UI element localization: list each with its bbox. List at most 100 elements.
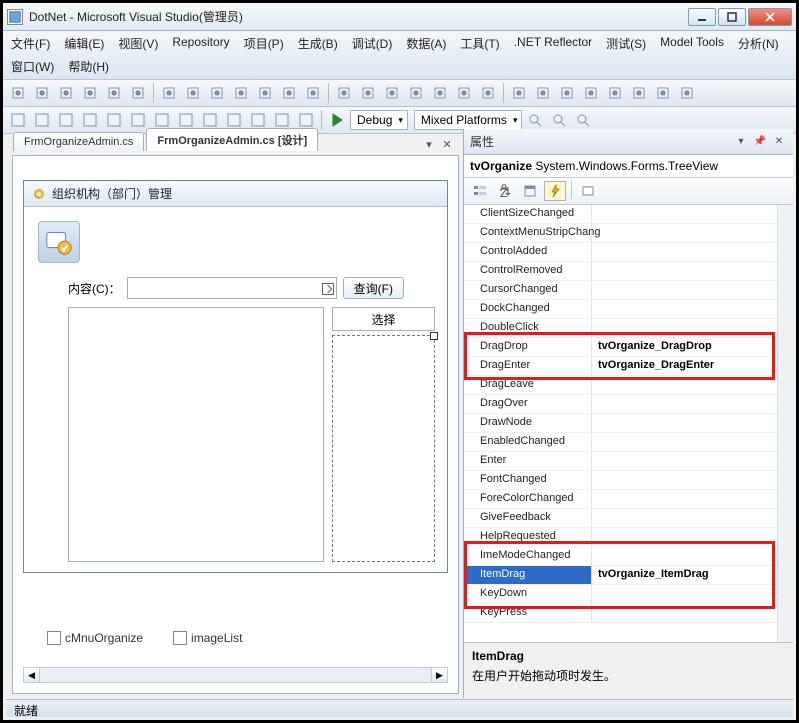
document-tab[interactable]: FrmOrganizeAdmin.cs [设计]	[146, 128, 318, 151]
component-cmenu[interactable]: cMnuOrganize	[47, 631, 143, 645]
new-button[interactable]	[7, 109, 29, 131]
menu-item[interactable]: 分析(N)	[736, 33, 781, 54]
menu-item[interactable]: 测试(S)	[604, 33, 648, 54]
properties-dropdown-icon[interactable]: ▾	[733, 134, 749, 150]
menu-item[interactable]: Repository	[170, 33, 231, 54]
toolbar-button[interactable]	[676, 82, 698, 104]
property-value[interactable]	[592, 281, 777, 299]
property-value[interactable]	[592, 433, 777, 451]
property-row[interactable]: DrawNode	[464, 414, 777, 433]
resize-handle-icon[interactable]	[322, 283, 334, 295]
toolbar-button[interactable]	[357, 82, 379, 104]
cut-button[interactable]	[127, 109, 149, 131]
toolbar-button[interactable]	[55, 82, 77, 104]
content-input[interactable]	[127, 277, 337, 299]
scroll-left-icon[interactable]: ◀	[24, 668, 40, 682]
platform-dropdown[interactable]: Mixed Platforms▾	[414, 110, 523, 130]
properties-close-icon[interactable]: ✕	[771, 134, 787, 150]
property-row[interactable]: EnabledChanged	[464, 433, 777, 452]
menu-item[interactable]: 帮助(H)	[66, 56, 111, 77]
property-value[interactable]	[592, 243, 777, 261]
toolbar-button[interactable]	[381, 82, 403, 104]
properties-pin-icon[interactable]: 📌	[752, 134, 768, 150]
alphabetical-icon[interactable]: AZ	[494, 181, 516, 201]
property-row[interactable]: DockChanged	[464, 300, 777, 319]
properties-scrollbar[interactable]	[777, 205, 793, 642]
toolbar-button[interactable]	[453, 82, 475, 104]
open-button[interactable]	[31, 109, 53, 131]
selection-marquee[interactable]	[332, 335, 435, 562]
property-row[interactable]: ControlRemoved	[464, 262, 777, 281]
find-button[interactable]	[524, 109, 546, 131]
property-row[interactable]: GiveFeedback	[464, 509, 777, 528]
toolbar-button[interactable]	[333, 82, 355, 104]
minimize-button[interactable]	[688, 8, 716, 26]
toolbar-button[interactable]	[556, 82, 578, 104]
close-button[interactable]	[748, 8, 792, 26]
menu-item[interactable]: 数据(A)	[404, 33, 448, 54]
property-row[interactable]: Enter	[464, 452, 777, 471]
property-pages-icon[interactable]	[577, 181, 599, 201]
start-debug-button[interactable]	[326, 109, 348, 131]
toolbar-button[interactable]	[477, 82, 499, 104]
property-row[interactable]: ControlAdded	[464, 243, 777, 262]
toolbar-button[interactable]	[628, 82, 650, 104]
menu-item[interactable]: 项目(P)	[242, 33, 286, 54]
toolbar-button[interactable]	[604, 82, 626, 104]
menu-item[interactable]: 编辑(E)	[62, 33, 106, 54]
maximize-button[interactable]	[718, 8, 746, 26]
toolbar-button[interactable]	[79, 82, 101, 104]
property-value[interactable]	[592, 414, 777, 432]
property-value[interactable]	[592, 205, 777, 223]
toolbar-button[interactable]	[182, 82, 204, 104]
toolbar-button[interactable]	[206, 82, 228, 104]
menu-item[interactable]: 窗口(W)	[9, 56, 56, 77]
property-row[interactable]: ForeColorChanged	[464, 490, 777, 509]
property-row[interactable]: DragOver	[464, 395, 777, 414]
toolbar-button[interactable]	[127, 82, 149, 104]
component-imagelist[interactable]: imageList	[173, 631, 242, 645]
toolbar-button[interactable]	[652, 82, 674, 104]
properties-view-icon[interactable]	[519, 181, 541, 201]
saveall-button[interactable]	[79, 109, 101, 131]
toolbar-button[interactable]	[158, 82, 180, 104]
menu-item[interactable]: .NET Reflector	[512, 33, 594, 54]
toolbar-button[interactable]	[532, 82, 554, 104]
property-value[interactable]	[592, 300, 777, 318]
toolbar-button[interactable]	[548, 109, 570, 131]
property-row[interactable]: ContextMenuStripChang	[464, 224, 777, 243]
horizontal-scrollbar[interactable]: ◀ ▶	[23, 667, 448, 683]
toolbar-button[interactable]	[103, 82, 125, 104]
menu-item[interactable]: 工具(T)	[458, 33, 501, 54]
menu-item[interactable]: Model Tools	[658, 33, 726, 54]
toolbar-button[interactable]	[508, 82, 530, 104]
grid-header[interactable]: 选择	[332, 307, 435, 331]
toolbar-button[interactable]	[31, 82, 53, 104]
form-designer[interactable]: 组织机构（部门）管理 内容(C)： 查询(F) 选择	[23, 180, 448, 573]
properties-list[interactable]: ClientSizeChangedContextMenuStripChangCo…	[464, 205, 777, 642]
search-button[interactable]: 查询(F)	[343, 277, 404, 299]
save-button[interactable]	[55, 109, 77, 131]
toolbar-button[interactable]	[580, 82, 602, 104]
tree-placeholder[interactable]	[68, 307, 324, 562]
toolbar-button[interactable]	[405, 82, 427, 104]
menu-item[interactable]: 文件(F)	[9, 33, 52, 54]
toolbar-button[interactable]	[230, 82, 252, 104]
property-row[interactable]: ClientSizeChanged	[464, 205, 777, 224]
toolbar-button[interactable]	[572, 109, 594, 131]
scroll-right-icon[interactable]: ▶	[431, 668, 447, 682]
toolbar-button[interactable]	[103, 109, 125, 131]
property-value[interactable]	[592, 262, 777, 280]
property-value[interactable]	[592, 471, 777, 489]
property-value[interactable]	[592, 490, 777, 508]
property-row[interactable]: FontChanged	[464, 471, 777, 490]
events-view-icon[interactable]	[544, 181, 566, 201]
property-value[interactable]	[592, 509, 777, 527]
property-value[interactable]	[592, 452, 777, 470]
toolbar-button[interactable]	[254, 82, 276, 104]
toolbar-button[interactable]	[7, 82, 29, 104]
property-value[interactable]	[592, 395, 777, 413]
toolbar-button[interactable]	[302, 82, 324, 104]
property-row[interactable]: CursorChanged	[464, 281, 777, 300]
toolbar-button[interactable]	[278, 82, 300, 104]
